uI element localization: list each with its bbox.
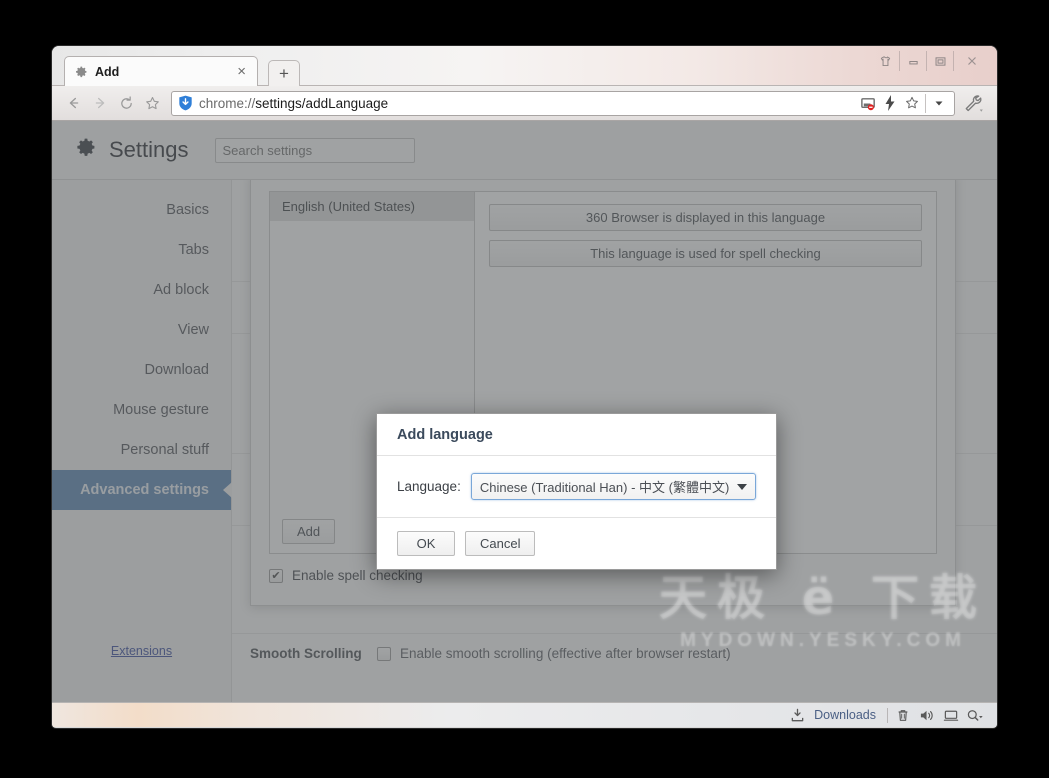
chevron-down-icon (737, 484, 747, 490)
new-tab-button[interactable]: + (268, 60, 300, 86)
gear-icon (74, 136, 97, 164)
settings-sidebar: Basics Tabs Ad block View Download Mouse… (52, 180, 232, 702)
bookmark-star-icon[interactable] (139, 90, 165, 116)
language-select-value: Chinese (Traditional Han) - 中文 (繁體中文) (480, 477, 731, 496)
omnibox-divider (925, 94, 926, 113)
window-controls (872, 51, 989, 71)
url-path: settings/addLanguage (255, 96, 388, 111)
sidebar-item-mouse-gesture[interactable]: Mouse gesture (52, 390, 231, 430)
gear-icon (73, 64, 88, 79)
sidebar-item-ad-block[interactable]: Ad block (52, 270, 231, 310)
browser-toolbar: chrome://settings/addLanguage (52, 86, 997, 121)
browser-window: Add × + (52, 46, 997, 728)
sidebar-item-view[interactable]: View (52, 310, 231, 350)
page-title: Settings (109, 137, 189, 163)
maximize-icon[interactable] (926, 51, 953, 71)
dropdown-icon[interactable] (928, 92, 950, 114)
dialog-body: Language: Chinese (Traditional Han) - 中文… (377, 456, 776, 518)
url-scheme: chrome:// (199, 96, 255, 111)
sidebar-item-basics[interactable]: Basics (52, 190, 231, 230)
enable-spell-checking-row: ✔ Enable spell checking (269, 568, 937, 583)
language-field-label: Language: (397, 479, 461, 494)
enable-spell-checking-label: Enable spell checking (292, 568, 423, 583)
cancel-button[interactable]: Cancel (465, 531, 535, 556)
settings-header: Settings (52, 121, 997, 180)
tab-strip: Add × + (52, 46, 997, 86)
settings-page: Settings Basics Tabs Ad block View Downl… (52, 121, 997, 702)
lightning-icon[interactable] (879, 92, 901, 114)
smooth-scrolling-row: Smooth Scrolling Enable smooth scrolling… (232, 634, 997, 673)
ok-button[interactable]: OK (397, 531, 455, 556)
screen-icon[interactable] (939, 705, 963, 725)
address-bar[interactable]: chrome://settings/addLanguage (171, 91, 955, 116)
popup-blocker-icon[interactable] (857, 92, 879, 114)
display-language-button[interactable]: 360 Browser is displayed in this languag… (489, 204, 922, 231)
close-icon[interactable] (953, 51, 989, 71)
sidebar-item-download[interactable]: Download (52, 350, 231, 390)
downloads-label[interactable]: Downloads (814, 708, 876, 722)
star-icon[interactable] (901, 92, 923, 114)
tshirt-icon[interactable] (872, 51, 899, 71)
language-list-item[interactable]: English (United States) (270, 192, 474, 221)
shield-icon (178, 95, 193, 111)
minimize-icon[interactable] (899, 51, 926, 71)
smooth-scrolling-checkbox[interactable] (377, 647, 391, 661)
smooth-scrolling-label: Smooth Scrolling (232, 646, 377, 661)
trash-icon[interactable] (891, 705, 915, 725)
enable-spell-checking-checkbox[interactable]: ✔ (269, 569, 283, 583)
sidebar-item-personal-stuff[interactable]: Personal stuff (52, 430, 231, 470)
back-icon[interactable] (61, 90, 87, 116)
sidebar-item-advanced-settings[interactable]: Advanced settings (52, 470, 231, 510)
language-select[interactable]: Chinese (Traditional Han) - 中文 (繁體中文) (471, 473, 756, 500)
download-icon[interactable] (785, 705, 809, 725)
speaker-icon[interactable] (915, 705, 939, 725)
status-divider (887, 708, 888, 723)
search-input[interactable] (215, 138, 415, 163)
reload-icon[interactable] (113, 90, 139, 116)
url-text: chrome://settings/addLanguage (199, 96, 857, 111)
zoom-icon[interactable] (963, 705, 987, 725)
add-language-dialog: Add language Language: Chinese (Traditio… (376, 413, 777, 570)
browser-tab[interactable]: Add × (64, 56, 258, 86)
add-language-button[interactable]: Add (282, 519, 335, 544)
sidebar-item-tabs[interactable]: Tabs (52, 230, 231, 270)
tab-close-icon[interactable]: × (234, 64, 249, 79)
dialog-footer: OK Cancel (377, 518, 776, 569)
forward-icon[interactable] (87, 90, 113, 116)
wrench-icon[interactable] (958, 90, 988, 117)
spell-check-language-button[interactable]: This language is used for spell checking (489, 240, 922, 267)
extensions-link[interactable]: Extensions (52, 644, 231, 658)
status-bar: Downloads (52, 702, 997, 727)
dialog-title: Add language (377, 414, 776, 456)
smooth-scrolling-text: Enable smooth scrolling (effective after… (400, 646, 731, 661)
tab-title: Add (95, 65, 234, 79)
